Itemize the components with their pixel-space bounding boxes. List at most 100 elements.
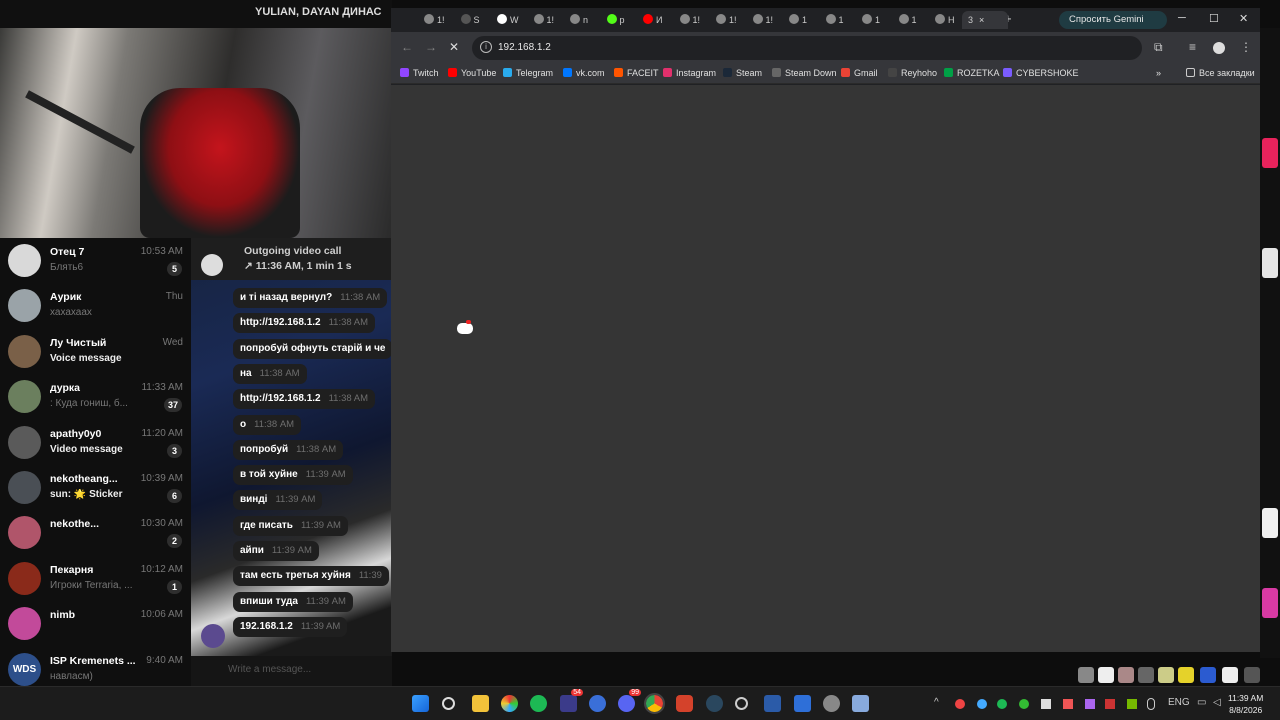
browser-tab-active[interactable]: 3 × — [962, 11, 1008, 29]
app-icon[interactable] — [676, 695, 693, 712]
bookmark-item[interactable]: Steam — [723, 68, 762, 78]
address-bar[interactable]: i 192.168.1.2 — [472, 36, 1142, 60]
bookmark-item[interactable]: Telegram — [503, 68, 553, 78]
tab-close-icon[interactable]: × — [979, 15, 984, 25]
language-indicator[interactable]: ENG — [1168, 697, 1190, 708]
chrome-icon[interactable] — [644, 693, 665, 714]
bookmark-item[interactable]: CYBERSHOKE — [1003, 68, 1079, 78]
message-bubble[interactable]: винді 11:39 AM — [233, 490, 323, 511]
browser-tab[interactable]: 1! — [675, 11, 709, 29]
message-bubble[interactable]: о 11:38 AM — [233, 414, 302, 435]
tray-icon[interactable] — [955, 699, 965, 709]
gemini-button[interactable]: Спросить Gemini — [1059, 11, 1167, 29]
profile-avatar[interactable] — [1213, 42, 1225, 54]
page-content[interactable] — [391, 85, 1260, 652]
message-bubble[interactable]: http://192.168.1.2 11:38 AM — [233, 313, 376, 334]
tray-icon[interactable] — [1041, 699, 1051, 709]
maximize-button[interactable]: ☐ — [1209, 12, 1219, 25]
browser-tab[interactable]: Н — [930, 11, 964, 29]
browser-tab[interactable]: 1! — [419, 11, 453, 29]
tray-icon[interactable] — [1019, 699, 1029, 709]
close-button[interactable]: ✕ — [1239, 12, 1248, 25]
message-bubble[interactable]: айпи 11:39 AM — [233, 541, 319, 561]
tray-icon[interactable] — [1105, 699, 1115, 709]
app-icon[interactable] — [501, 695, 518, 712]
browser-tab[interactable]: 1 — [821, 11, 855, 29]
browser-tab[interactable]: S — [456, 11, 490, 29]
tray-icon[interactable] — [977, 699, 987, 709]
chat-list-item[interactable]: Пекарня 10:12 AM Игроки Terraria, ... 1 — [0, 556, 191, 601]
bookmark-item[interactable]: Reyhoho — [888, 68, 937, 78]
extensions-icon[interactable]: ⧉ — [1154, 40, 1163, 55]
message-bubble[interactable]: в той хуйне 11:39 AM — [233, 465, 353, 486]
message-bubble[interactable]: впиши туда 11:39 AM — [233, 591, 353, 612]
chat-list-item[interactable]: Лу Чистый Wed Voice message — [0, 329, 191, 374]
browser-tab[interactable]: 1! — [529, 11, 563, 29]
volume-icon[interactable]: ◁ — [1213, 697, 1221, 708]
browser-tab[interactable]: 1! — [748, 11, 782, 29]
discord-icon[interactable]: 99 — [618, 689, 641, 712]
chat-list-item[interactable]: apathy0y0 11:20 AM Video message 3 — [0, 420, 191, 465]
message-bubble[interactable]: на 11:38 AM — [233, 363, 307, 384]
message-bubble[interactable]: там есть третья хуйня 11:39 — [233, 566, 389, 587]
app-icon[interactable] — [794, 695, 811, 712]
app-icon[interactable] — [1244, 667, 1260, 683]
tray-icon[interactable] — [997, 699, 1007, 709]
app-icon[interactable] — [589, 695, 606, 712]
stop-loading-icon[interactable]: ✕ — [449, 40, 459, 54]
reading-list-icon[interactable]: ≡ — [1189, 40, 1196, 54]
app-icon[interactable] — [1118, 667, 1134, 683]
chat-list-item[interactable]: Отец 7 10:53 AM Блять6 5 — [0, 238, 191, 283]
file-explorer-icon[interactable] — [472, 695, 489, 712]
tray-chevron-icon[interactable]: ^ — [934, 697, 939, 708]
chat-list-item[interactable]: nekotheang... 10:39 AM sun: 🌟 Sticker 6 — [0, 465, 191, 510]
chat-list-item[interactable]: nekothe... 10:30 AM 2 — [0, 510, 191, 555]
app-icon[interactable] — [1200, 667, 1216, 683]
more-bookmarks-button[interactable]: » — [1156, 68, 1161, 78]
forward-icon[interactable]: → — [425, 40, 437, 54]
app-icon[interactable] — [1098, 667, 1114, 683]
telegram-video-call[interactable] — [0, 28, 392, 238]
bookmark-item[interactable]: Gmail — [841, 68, 878, 78]
message-bubble[interactable]: попробуй офнуть старій и че — [233, 338, 392, 359]
tray-icon[interactable] — [1085, 699, 1095, 709]
tray-icon[interactable] — [1063, 699, 1073, 709]
search-icon[interactable] — [442, 697, 455, 710]
chat-list-item[interactable]: Аурик Thu хахахаах — [0, 283, 191, 328]
steam-icon[interactable] — [706, 695, 723, 712]
message-bubble[interactable]: и ті назад вернул? 11:38 AM — [233, 288, 388, 308]
browser-tab[interactable]: 1 — [857, 11, 891, 29]
app-icon[interactable] — [1222, 667, 1238, 683]
app-icon[interactable] — [735, 697, 748, 710]
wifi-icon[interactable]: ▭ — [1197, 697, 1206, 708]
outgoing-call-message[interactable]: Outgoing video call ↗ 11:36 AM, 1 min 1 … — [191, 238, 392, 280]
message-bubble[interactable]: http://192.168.1.2 11:38 AM — [233, 389, 376, 410]
microphone-icon[interactable] — [1147, 698, 1155, 710]
bookmark-item[interactable]: Steam Down — [772, 68, 837, 78]
minimize-button[interactable]: ─ — [1178, 12, 1186, 24]
message-bubble[interactable]: где писать 11:39 AM — [233, 515, 348, 536]
message-input[interactable]: Write a message... — [191, 656, 392, 686]
bookmark-item[interactable]: YouTube — [448, 68, 496, 78]
bookmark-item[interactable]: vk.com — [563, 68, 605, 78]
menu-icon[interactable]: ⋮ — [1240, 40, 1252, 54]
info-icon[interactable]: i — [480, 41, 492, 53]
bookmark-item[interactable]: FACEIT — [614, 68, 659, 78]
bookmark-item[interactable]: Instagram — [663, 68, 716, 78]
browser-tab[interactable]: 1 — [784, 11, 818, 29]
all-bookmarks-folder[interactable]: Все закладки — [1186, 68, 1255, 78]
app-icon[interactable] — [1178, 667, 1194, 683]
bookmark-item[interactable]: Twitch — [400, 68, 439, 78]
settings-icon[interactable] — [823, 695, 840, 712]
bookmark-item[interactable]: ROZETKA — [944, 68, 1000, 78]
browser-tab[interactable]: И — [638, 11, 672, 29]
chat-list-item[interactable]: дурка 11:33 AM: Куда гониш, б... 37 — [0, 374, 191, 419]
browser-tab[interactable]: W — [492, 11, 526, 29]
app-icon[interactable]: 54 — [560, 689, 583, 712]
message-bubble[interactable]: попробуй 11:38 AM — [233, 439, 344, 460]
back-icon[interactable]: ← — [401, 40, 413, 54]
clock[interactable]: 11:39 AM 8/8/2026 — [1228, 692, 1263, 716]
app-icon[interactable] — [1078, 667, 1094, 683]
browser-tab[interactable]: n — [565, 11, 599, 29]
app-icon[interactable] — [764, 695, 781, 712]
